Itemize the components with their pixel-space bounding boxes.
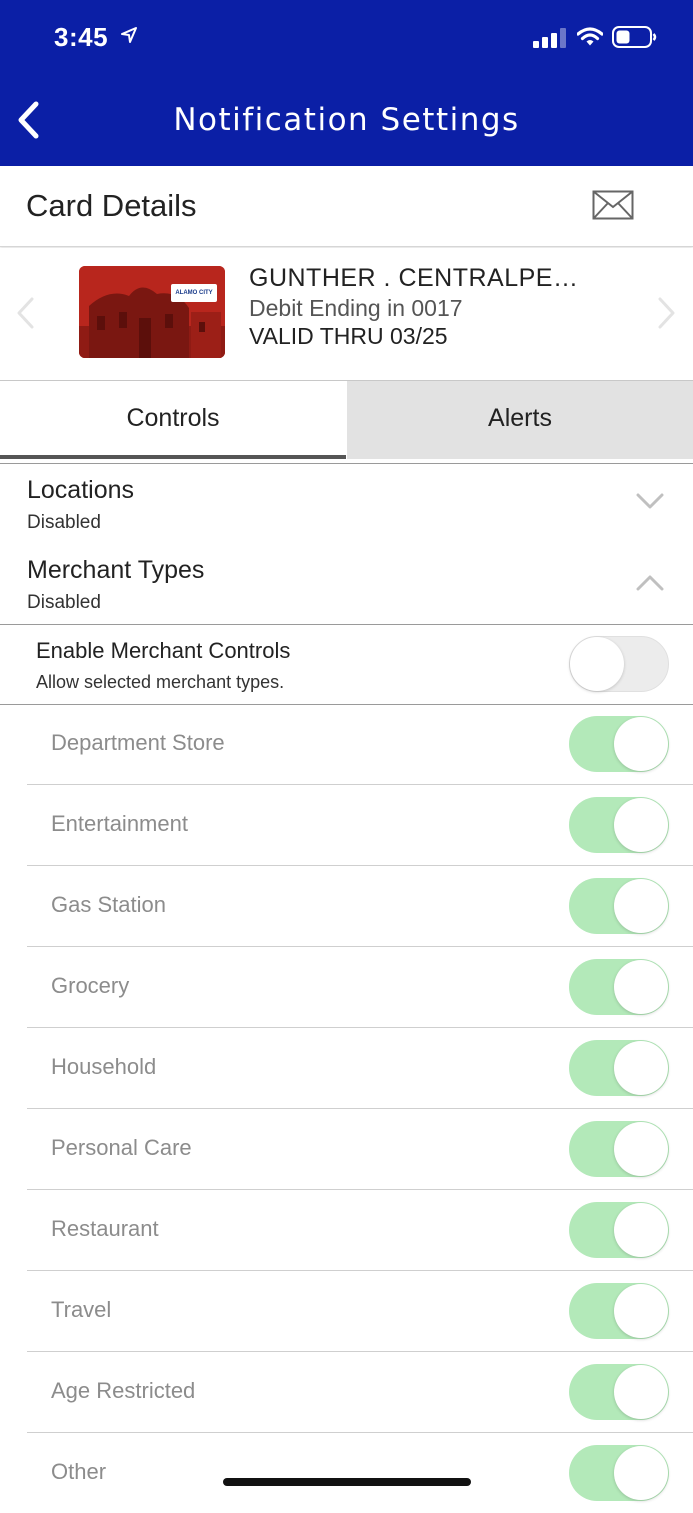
merchant-type-toggle[interactable] [569, 1121, 669, 1177]
merchant-types-section[interactable]: Merchant Types Disabled [0, 544, 693, 625]
toggle-knob [614, 1446, 668, 1500]
merchant-type-toggle[interactable] [569, 1445, 669, 1501]
card-image: ALAMO CITY [79, 266, 225, 358]
location-arrow-icon [121, 27, 137, 43]
merchant-type-toggle[interactable] [569, 1364, 669, 1420]
chevron-left-icon[interactable] [14, 296, 36, 330]
merchant-type-label: Age Restricted [51, 1378, 196, 1403]
wifi-icon [577, 27, 603, 46]
enable-merchant-controls-row: Enable Merchant Controls Allow selected … [0, 626, 693, 705]
list-item: Travel [27, 1271, 693, 1352]
toggle-knob [614, 879, 668, 933]
list-item: Other [27, 1433, 693, 1513]
merchant-type-label: Restaurant [51, 1216, 159, 1241]
list-item: Household [27, 1028, 693, 1109]
enable-merchant-title: Enable Merchant Controls [36, 638, 291, 663]
toggle-knob [614, 1041, 668, 1095]
toggle-knob [614, 1284, 668, 1338]
home-indicator [223, 1478, 471, 1486]
toggle-knob [614, 1203, 668, 1257]
tab-alerts[interactable]: Alerts [347, 381, 693, 459]
page-title: Notification Settings [173, 102, 520, 138]
mail-icon[interactable] [592, 190, 634, 220]
chevron-up-icon [636, 575, 664, 591]
battery-icon [612, 26, 657, 48]
merchant-type-list: Department Store Entertainment Gas Stati… [27, 704, 693, 1513]
locations-section[interactable]: Locations Disabled [0, 463, 693, 545]
toggle-knob [614, 717, 668, 771]
list-item: Entertainment [27, 785, 693, 866]
alamo-building-icon [79, 266, 225, 358]
list-item: Restaurant [27, 1190, 693, 1271]
list-item: Grocery [27, 947, 693, 1028]
card-carousel: ALAMO CITY GUNTHER . CENTRALPE… Debit En… [0, 248, 693, 381]
navigation-bar: Notification Settings [0, 80, 693, 166]
merchant-type-toggle[interactable] [569, 797, 669, 853]
chevron-down-icon [636, 493, 664, 509]
merchant-type-label: Department Store [51, 730, 225, 755]
locations-status: Disabled [27, 512, 101, 533]
card-logo: ALAMO CITY [171, 284, 217, 302]
cellular-signal-icon [533, 28, 566, 48]
toggle-knob [614, 1365, 668, 1419]
list-item: Gas Station [27, 866, 693, 947]
status-bar: 3:45 [0, 0, 693, 80]
list-item: Age Restricted [27, 1352, 693, 1433]
merchant-type-label: Gas Station [51, 892, 166, 917]
status-time: 3:45 [54, 22, 109, 52]
tab-bar: Controls Alerts [0, 381, 693, 459]
tab-controls[interactable]: Controls [0, 381, 346, 459]
merchant-type-label: Entertainment [51, 811, 188, 836]
merchant-types-status: Disabled [27, 592, 101, 613]
card-ending: Debit Ending in 0017 [249, 295, 463, 321]
merchant-type-toggle[interactable] [569, 716, 669, 772]
list-item: Department Store [27, 704, 693, 785]
enable-merchant-subtitle: Allow selected merchant types. [36, 672, 285, 692]
enable-merchant-toggle[interactable] [569, 636, 669, 692]
merchant-type-label: Other [51, 1459, 107, 1484]
merchant-type-toggle[interactable] [569, 959, 669, 1015]
merchant-types-title: Merchant Types [27, 556, 205, 584]
locations-title: Locations [27, 476, 135, 504]
toggle-knob [614, 1122, 668, 1176]
merchant-type-toggle[interactable] [569, 878, 669, 934]
chevron-right-icon[interactable] [656, 296, 678, 330]
card-details-header: Card Details [0, 166, 693, 247]
toggle-knob [570, 637, 624, 691]
merchant-type-label: Grocery [51, 973, 130, 998]
merchant-type-label: Household [51, 1054, 157, 1079]
merchant-type-toggle[interactable] [569, 1202, 669, 1258]
merchant-type-toggle[interactable] [569, 1283, 669, 1339]
merchant-type-label: Personal Care [51, 1135, 192, 1160]
toggle-knob [614, 960, 668, 1014]
card-valid-thru: VALID THRU 03/25 [249, 323, 448, 349]
card-holder-name: GUNTHER . CENTRALPE… [249, 264, 579, 292]
list-item: Personal Care [27, 1109, 693, 1190]
merchant-type-label: Travel [51, 1297, 112, 1322]
card-details-title: Card Details [26, 188, 197, 223]
merchant-type-toggle[interactable] [569, 1040, 669, 1096]
toggle-knob [614, 798, 668, 852]
